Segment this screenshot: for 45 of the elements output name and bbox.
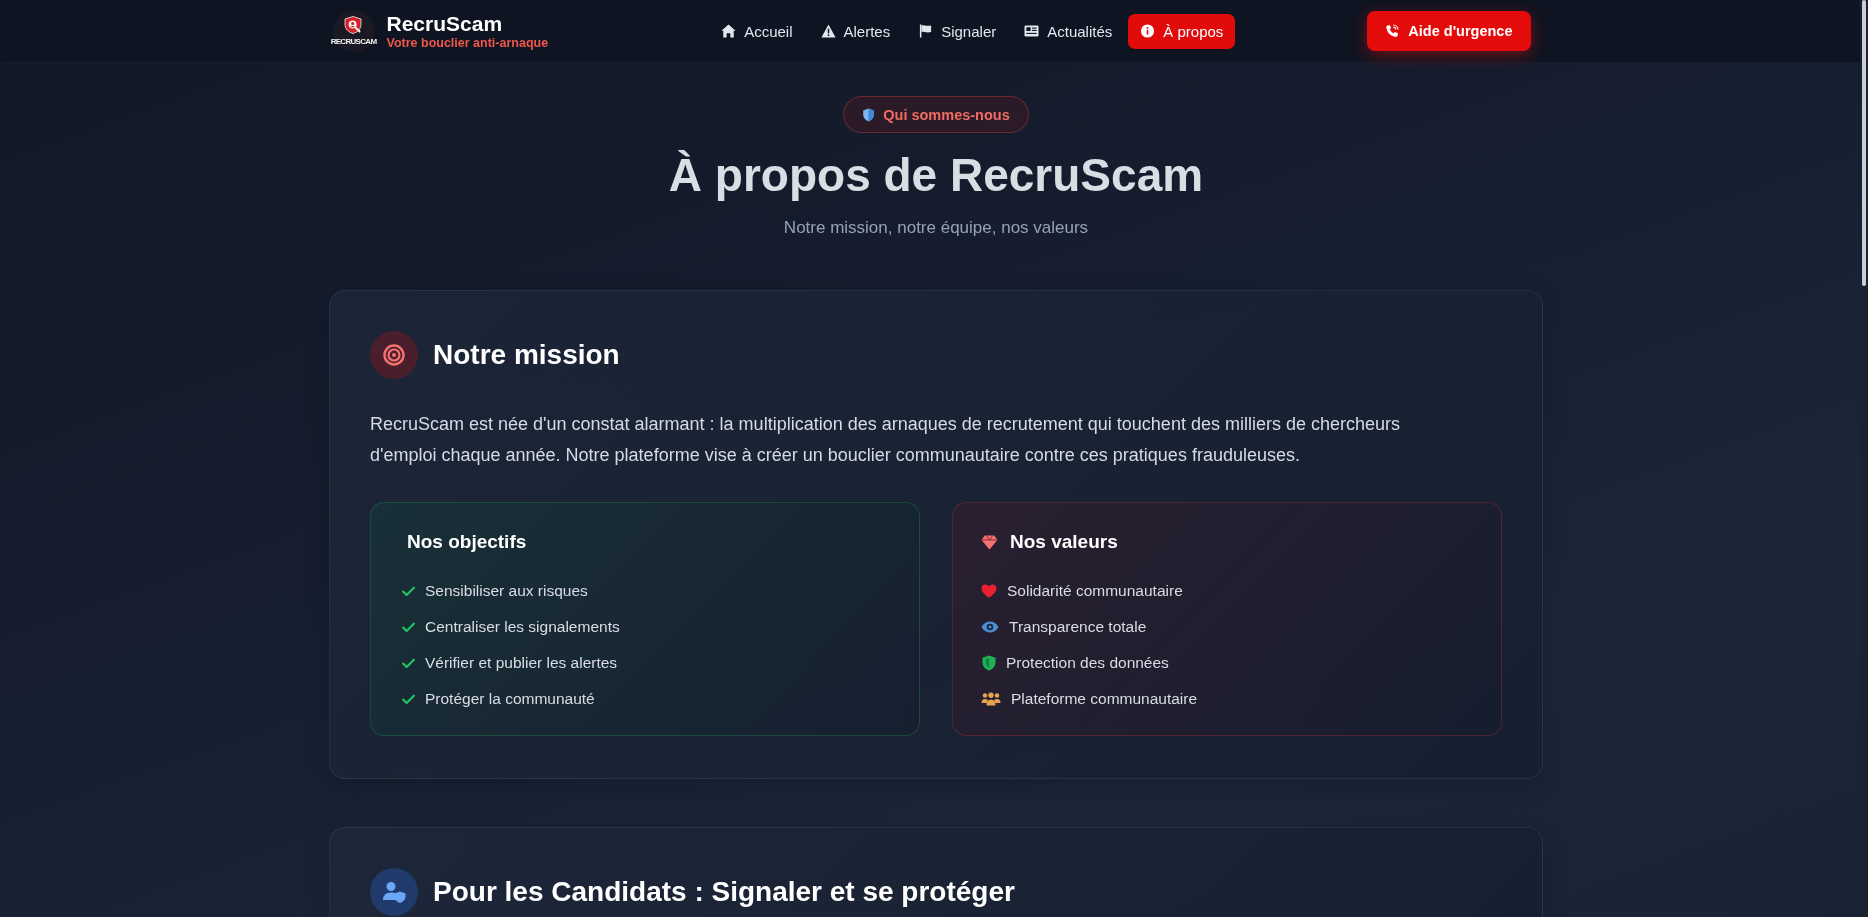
list-item-text: Plateforme communautaire <box>1011 690 1198 708</box>
section-title: Pour les Candidats : Signaler et se protéger <box>433 875 1015 909</box>
flag-icon <box>918 24 934 38</box>
list-item-text: Centraliser les signalements <box>425 618 620 636</box>
info-icon <box>1140 24 1156 38</box>
phone-icon <box>1385 24 1400 38</box>
brand-tagline: Votre bouclier anti-arnaque <box>386 34 549 51</box>
nav-link[interactable]: À propos <box>1128 13 1236 49</box>
user-shield-icon <box>370 868 418 916</box>
users-icon <box>981 692 1001 706</box>
home-icon <box>721 24 737 38</box>
nav-link[interactable]: Signaler <box>906 13 1009 49</box>
target-icon <box>370 331 418 379</box>
mission-paragraph: RecruScam est née d'un constat alarmant : la multiplication des arnaques de recrutement qui touchent des milliers de chercheurs d'emploi chaque année. Notre plateforme vise à créer un bouclier communautaire contre ces pratiques frauduleuses. <box>370 413 1401 467</box>
nav-link[interactable]: Actualités <box>1012 13 1125 49</box>
gem-icon <box>981 534 998 550</box>
heart-icon <box>981 584 997 598</box>
shield-icon <box>982 655 996 671</box>
check-icon <box>402 657 415 669</box>
warning-icon <box>820 24 836 38</box>
shield-magnifier-icon <box>342 16 365 36</box>
shield-icon <box>862 107 876 122</box>
check-icon <box>402 621 415 633</box>
list-item-text: Transparence totale <box>1009 618 1147 636</box>
nav-link[interactable]: Alertes <box>808 13 903 49</box>
logo-text: RECRUSCAM <box>330 37 377 46</box>
panel-title: Nos valeurs <box>1010 530 1118 554</box>
nav-link[interactable]: Accueil <box>709 13 805 49</box>
page-subtitle: Notre mission, notre équipe, nos valeurs <box>783 217 1089 239</box>
emergency-help-button[interactable]: Aide d'urgence <box>1367 11 1531 51</box>
list-item-text: Vérifier et publier les alertes <box>425 654 618 672</box>
panel-title: Nos objectifs <box>407 530 527 554</box>
list-item-text: Protection des données <box>1006 654 1169 672</box>
check-icon <box>402 693 415 705</box>
brand-name: RecruScam <box>386 11 504 35</box>
check-icon <box>402 585 415 597</box>
newspaper-icon <box>1024 24 1040 38</box>
list-item-text: Protéger la communauté <box>425 690 595 708</box>
list-item-text: Sensibiliser aux risques <box>425 582 588 600</box>
page-title: À propos de RecruScam <box>668 148 1204 203</box>
category-label: Qui sommes-nous <box>883 106 1010 123</box>
scrollbar-thumb[interactable] <box>1862 0 1866 286</box>
section-title: Notre mission <box>433 338 620 372</box>
list-item-text: Solidarité communautaire <box>1007 582 1183 600</box>
eye-icon <box>981 621 999 633</box>
